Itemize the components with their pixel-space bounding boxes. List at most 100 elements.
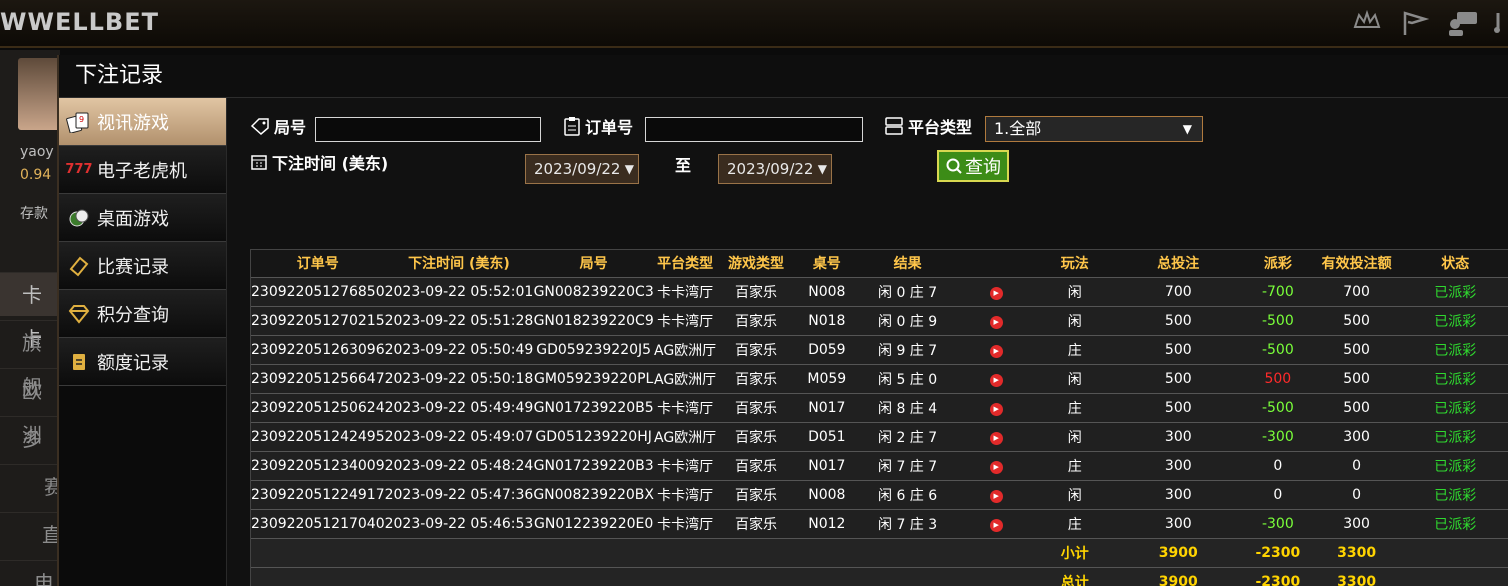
play-video-icon[interactable]: ▶: [989, 519, 1003, 532]
cell-game: 百家乐: [716, 393, 796, 423]
cell-status: 已派彩: [1399, 393, 1508, 423]
round-input[interactable]: [315, 117, 541, 142]
nav-item-points[interactable]: 积分查询: [59, 290, 226, 338]
underlay-row: 欧洲: [0, 368, 60, 447]
play-video-icon[interactable]: ▶: [989, 432, 1003, 445]
total-payout: -2300: [1241, 567, 1314, 586]
order-input[interactable]: [645, 117, 863, 142]
replay-cell: ▶: [957, 335, 1035, 365]
play-video-icon[interactable]: ▶: [989, 403, 1003, 416]
play-video-icon[interactable]: ▶: [989, 490, 1003, 503]
play-video-icon[interactable]: ▶: [989, 345, 1003, 358]
table-row[interactable]: 230922051256647 2023-09-22 05:50:18 GM0592…: [251, 364, 1508, 394]
nav-item-label: 积分查询: [97, 304, 169, 326]
cell-table: D059: [795, 335, 858, 365]
table-row[interactable]: 230922051224917 2023-09-22 05:47:36 GN0082…: [251, 480, 1508, 510]
play-video-icon[interactable]: ▶: [989, 316, 1003, 329]
play-video-icon[interactable]: ▶: [989, 287, 1003, 300]
empty-cell: [716, 567, 796, 586]
bet-record-table-container: 订单号 下注时间 (美东) 局号 平台类型 游戏类型 桌号 结果 玩法 总投注 派彩 有效投注额 状态…: [250, 249, 1508, 586]
cell-time: 2023-09-22 05:48:24: [384, 451, 534, 481]
nav-item-match-records[interactable]: 比赛记录: [59, 242, 226, 290]
cell-result: 闲 5 庄 0: [857, 364, 958, 394]
cell-bet: 300: [1114, 509, 1242, 539]
vip-crown-icon[interactable]: [1350, 8, 1384, 38]
cell-payout: 500: [1241, 364, 1314, 394]
cell-status: 已派彩: [1399, 277, 1508, 307]
nav-item-live-games[interactable]: 9 视讯游戏: [59, 98, 226, 146]
column-header: 有效投注额: [1313, 250, 1400, 278]
cell-result: 闲 8 庄 4: [857, 393, 958, 423]
cell-round: GN008239220BX: [533, 480, 654, 510]
column-header: 游戏类型: [716, 250, 796, 278]
underlay-row: 直: [0, 512, 62, 556]
empty-cell: [795, 567, 858, 586]
site-logo[interactable]: WWELLBET: [0, 8, 159, 36]
total-row: 总计 3900 -2300 3300: [251, 567, 1508, 586]
cell-payout: 0: [1241, 451, 1314, 481]
underlay-row: 赛: [0, 464, 64, 508]
table-row[interactable]: 230922051234009 2023-09-22 05:48:24 GN0172…: [251, 451, 1508, 481]
cell-play: 庄: [1034, 393, 1115, 423]
nav-item-credit-records[interactable]: 额度记录: [59, 338, 226, 386]
cell-time: 2023-09-22 05:49:49: [384, 393, 534, 423]
cell-bet: 300: [1114, 480, 1242, 510]
table-row[interactable]: 230922051276850 2023-09-22 05:52:01 GN0082…: [251, 277, 1508, 307]
column-header: 状态: [1399, 250, 1508, 278]
cell-platform: 卡卡湾厅: [654, 509, 717, 539]
query-button[interactable]: 查询: [937, 150, 1009, 182]
top-bar: WWELLBET: [0, 0, 1508, 48]
replay-cell: ▶: [957, 393, 1035, 423]
table-row[interactable]: 230922051270215 2023-09-22 05:51:28 GN0182…: [251, 306, 1508, 336]
cell-order: 230922051256647: [251, 364, 385, 394]
empty-cell: [533, 567, 654, 586]
slot-777-icon: 777: [65, 162, 93, 177]
empty-cell: [384, 567, 534, 586]
empty-cell: [1399, 567, 1508, 586]
cell-time: 2023-09-22 05:50:49: [384, 335, 534, 365]
subtotal-payout: -2300: [1241, 538, 1314, 568]
cell-payout: -300: [1241, 422, 1314, 452]
cell-result: 闲 0 庄 9: [857, 306, 958, 336]
table-row[interactable]: 230922051242495 2023-09-22 05:49:07 GD0512…: [251, 422, 1508, 452]
cell-table: N008: [795, 277, 858, 307]
flag-icon[interactable]: [1398, 8, 1432, 38]
bet-record-modal: 下注记录 9 视讯游戏 777 电子老虎机 桌面游戏 比赛记录 积分查询 额度记…: [57, 55, 1508, 586]
date-to-picker[interactable]: 2023/09/22 ▼: [718, 154, 832, 184]
nav-item-table-games[interactable]: 桌面游戏: [59, 194, 226, 242]
round-label: 局号: [274, 118, 307, 137]
empty-cell: [251, 567, 385, 586]
nav-item-slots[interactable]: 777 电子老虎机: [59, 146, 226, 194]
underlay-balance: 0.94: [20, 167, 52, 183]
chat-icon[interactable]: [1446, 8, 1480, 38]
cell-status: 已派彩: [1399, 306, 1508, 336]
date-from-picker[interactable]: 2023/09/22 ▼: [525, 154, 639, 184]
date-to-value: 2023/09/22: [727, 160, 814, 178]
nav-item-label: 电子老虎机: [97, 160, 187, 182]
column-header: 下注时间 (美东): [384, 250, 534, 278]
music-icon[interactable]: [1494, 8, 1508, 38]
column-header: 桌号: [795, 250, 858, 278]
replay-cell: ▶: [957, 480, 1035, 510]
table-row[interactable]: 230922051263096 2023-09-22 05:50:49 GD0592…: [251, 335, 1508, 365]
table-row[interactable]: 230922051250624 2023-09-22 05:49:49 GN0172…: [251, 393, 1508, 423]
cell-payout: -300: [1241, 509, 1314, 539]
cell-order: 230922051234009: [251, 451, 385, 481]
play-video-icon[interactable]: ▶: [989, 461, 1003, 474]
column-header: 结果: [857, 250, 958, 278]
cell-order: 230922051276850: [251, 277, 385, 307]
empty-cell: [1399, 538, 1508, 568]
caret-down-icon: ▼: [624, 162, 634, 176]
cell-play: 庄: [1034, 509, 1115, 539]
cell-table: M059: [795, 364, 858, 394]
time-label-group: 下注时间 (美东): [250, 150, 388, 174]
subtotal-valid: 3300: [1313, 538, 1400, 568]
record-content: 局号 订单号 平台类型 1.全部 ▼ 下注时间 (美东) 2023/09/22 …: [250, 98, 1508, 586]
nav-item-label: 桌面游戏: [97, 208, 169, 230]
empty-cell: [957, 538, 1035, 568]
total-valid: 3300: [1313, 567, 1400, 586]
platform-select[interactable]: 1.全部 ▼: [985, 116, 1203, 142]
table-row[interactable]: 230922051217040 2023-09-22 05:46:53 GN0122…: [251, 509, 1508, 539]
play-video-icon[interactable]: ▶: [989, 374, 1003, 387]
cell-table: D051: [795, 422, 858, 452]
